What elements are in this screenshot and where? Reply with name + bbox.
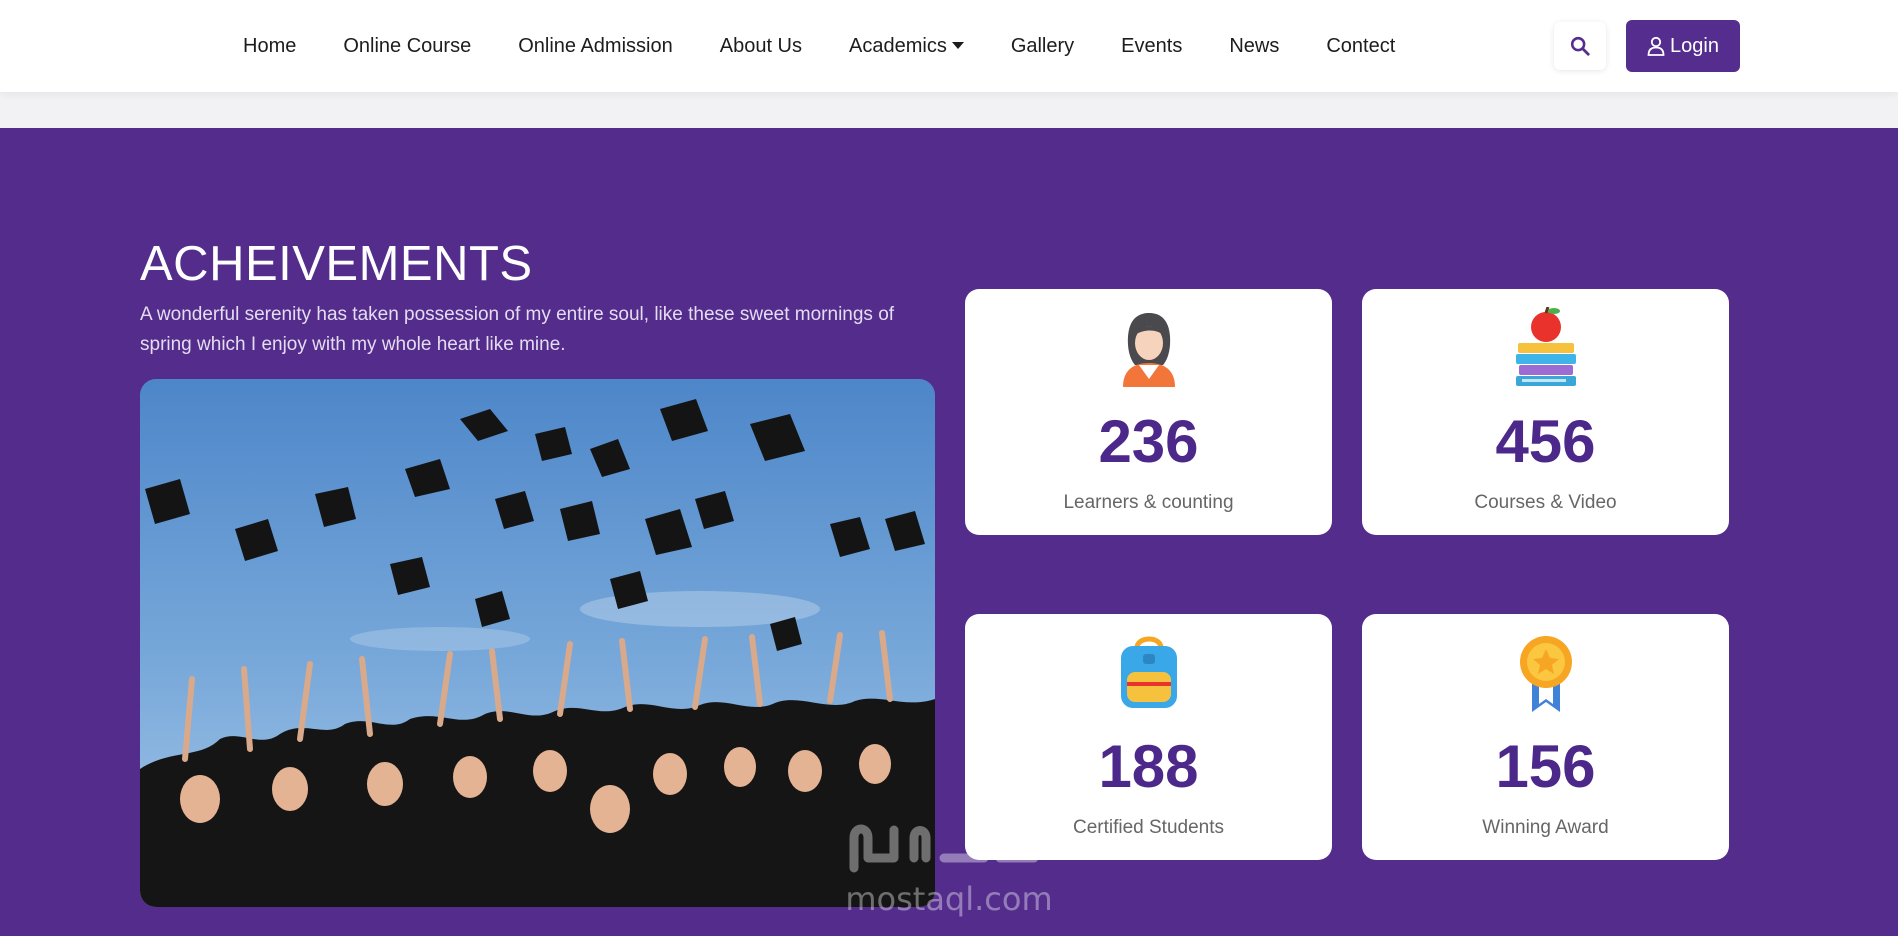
watermark: mostaql.com bbox=[834, 808, 1064, 918]
stat-number: 156 bbox=[1495, 733, 1596, 800]
nav-home[interactable]: Home bbox=[243, 35, 296, 58]
backpack-icon bbox=[1121, 636, 1177, 708]
watermark-text: mostaql.com bbox=[845, 880, 1053, 918]
section-description: A wonderful serenity has taken possessio… bbox=[140, 304, 895, 355]
nav-academics-label: Academics bbox=[849, 34, 947, 57]
nav-news[interactable]: News bbox=[1229, 35, 1279, 58]
nav-about-us[interactable]: About Us bbox=[720, 35, 802, 58]
nav-events[interactable]: Events bbox=[1121, 35, 1182, 58]
stat-number: 188 bbox=[1098, 733, 1199, 800]
caret-down-icon bbox=[951, 41, 964, 49]
login-button[interactable]: Login bbox=[1626, 20, 1740, 72]
stat-label: Winning Award bbox=[1482, 817, 1609, 838]
watermark-logo-icon bbox=[849, 811, 1039, 873]
stat-label: Learners & counting bbox=[1063, 492, 1234, 513]
nav-online-admission[interactable]: Online Admission bbox=[518, 35, 673, 58]
stat-label: Courses & Video bbox=[1474, 492, 1617, 513]
nav-links: Home Online Course Online Admission Abou… bbox=[243, 0, 1442, 92]
search-icon bbox=[1570, 36, 1590, 56]
navbar: Home Online Course Online Admission Abou… bbox=[0, 0, 1898, 92]
nav-contact[interactable]: Contect bbox=[1326, 35, 1395, 58]
stat-card-courses: 456 Courses & Video bbox=[1362, 289, 1729, 535]
books-apple-icon bbox=[1516, 307, 1576, 386]
search-button[interactable] bbox=[1554, 22, 1606, 70]
stat-number: 236 bbox=[1098, 408, 1199, 475]
login-label: Login bbox=[1670, 34, 1719, 57]
medal-icon bbox=[1520, 636, 1572, 712]
nav-online-course[interactable]: Online Course bbox=[343, 35, 471, 58]
section-title: ACHEIVEMENTS bbox=[140, 237, 533, 291]
learner-icon bbox=[1123, 313, 1175, 387]
user-icon bbox=[1647, 36, 1665, 56]
stat-card-learners: 236 Learners & counting bbox=[965, 289, 1332, 535]
stat-card-awards: 156 Winning Award bbox=[1362, 614, 1729, 860]
graduation-photo bbox=[140, 379, 935, 907]
nav-academics[interactable]: Academics bbox=[849, 35, 964, 58]
stat-number: 456 bbox=[1495, 408, 1596, 475]
nav-gallery[interactable]: Gallery bbox=[1011, 35, 1074, 58]
